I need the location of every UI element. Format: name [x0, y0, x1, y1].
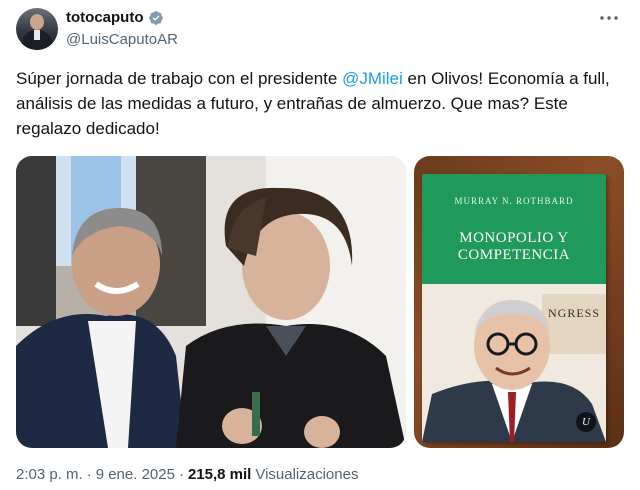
views-label: Visualizaciones: [255, 466, 359, 483]
tweet-time[interactable]: 2:03 p. m.: [16, 466, 83, 483]
more-options-icon[interactable]: [598, 10, 620, 26]
verified-badge-icon[interactable]: [148, 10, 164, 26]
book-author: MURRAY N. ROTHBARD: [454, 196, 574, 206]
tweet-date[interactable]: 9 ene. 2025: [96, 466, 175, 483]
publisher-logo: U: [576, 412, 596, 432]
tweet-text-part1: Súper jornada de trabajo con el presiden…: [16, 69, 343, 88]
book-cover: MURRAY N. ROTHBARD MONOPOLIO Y COMPETENC…: [422, 174, 606, 442]
tweet-text: Súper jornada de trabajo con el presiden…: [16, 66, 616, 141]
author-display-name[interactable]: totocaputo: [66, 9, 143, 26]
author-handle[interactable]: @LuisCaputoAR: [66, 31, 178, 48]
tweet-photo-book[interactable]: MURRAY N. ROTHBARD MONOPOLIO Y COMPETENC…: [414, 156, 624, 448]
author-name-row: totocaputo: [66, 9, 164, 26]
separator: ·: [86, 466, 92, 483]
book-illustration: NGRESS U: [422, 284, 606, 442]
book-title: MONOPOLIO Y COMPETENCIA: [457, 230, 571, 263]
separator: ·: [178, 466, 184, 483]
views-count: 215,8 mil: [187, 466, 252, 483]
tweet-card: totocaputo @LuisCaputoAR Súper jornada d…: [0, 0, 640, 490]
tweet-metadata: 2:03 p. m. · 9 ene. 2025 · 215,8 mil Vis…: [16, 466, 358, 483]
book-art-text: NGRESS: [547, 306, 600, 320]
mention-link[interactable]: @JMilei: [342, 69, 403, 88]
tweet-photo-selfie[interactable]: [16, 156, 406, 448]
avatar[interactable]: [16, 8, 58, 50]
